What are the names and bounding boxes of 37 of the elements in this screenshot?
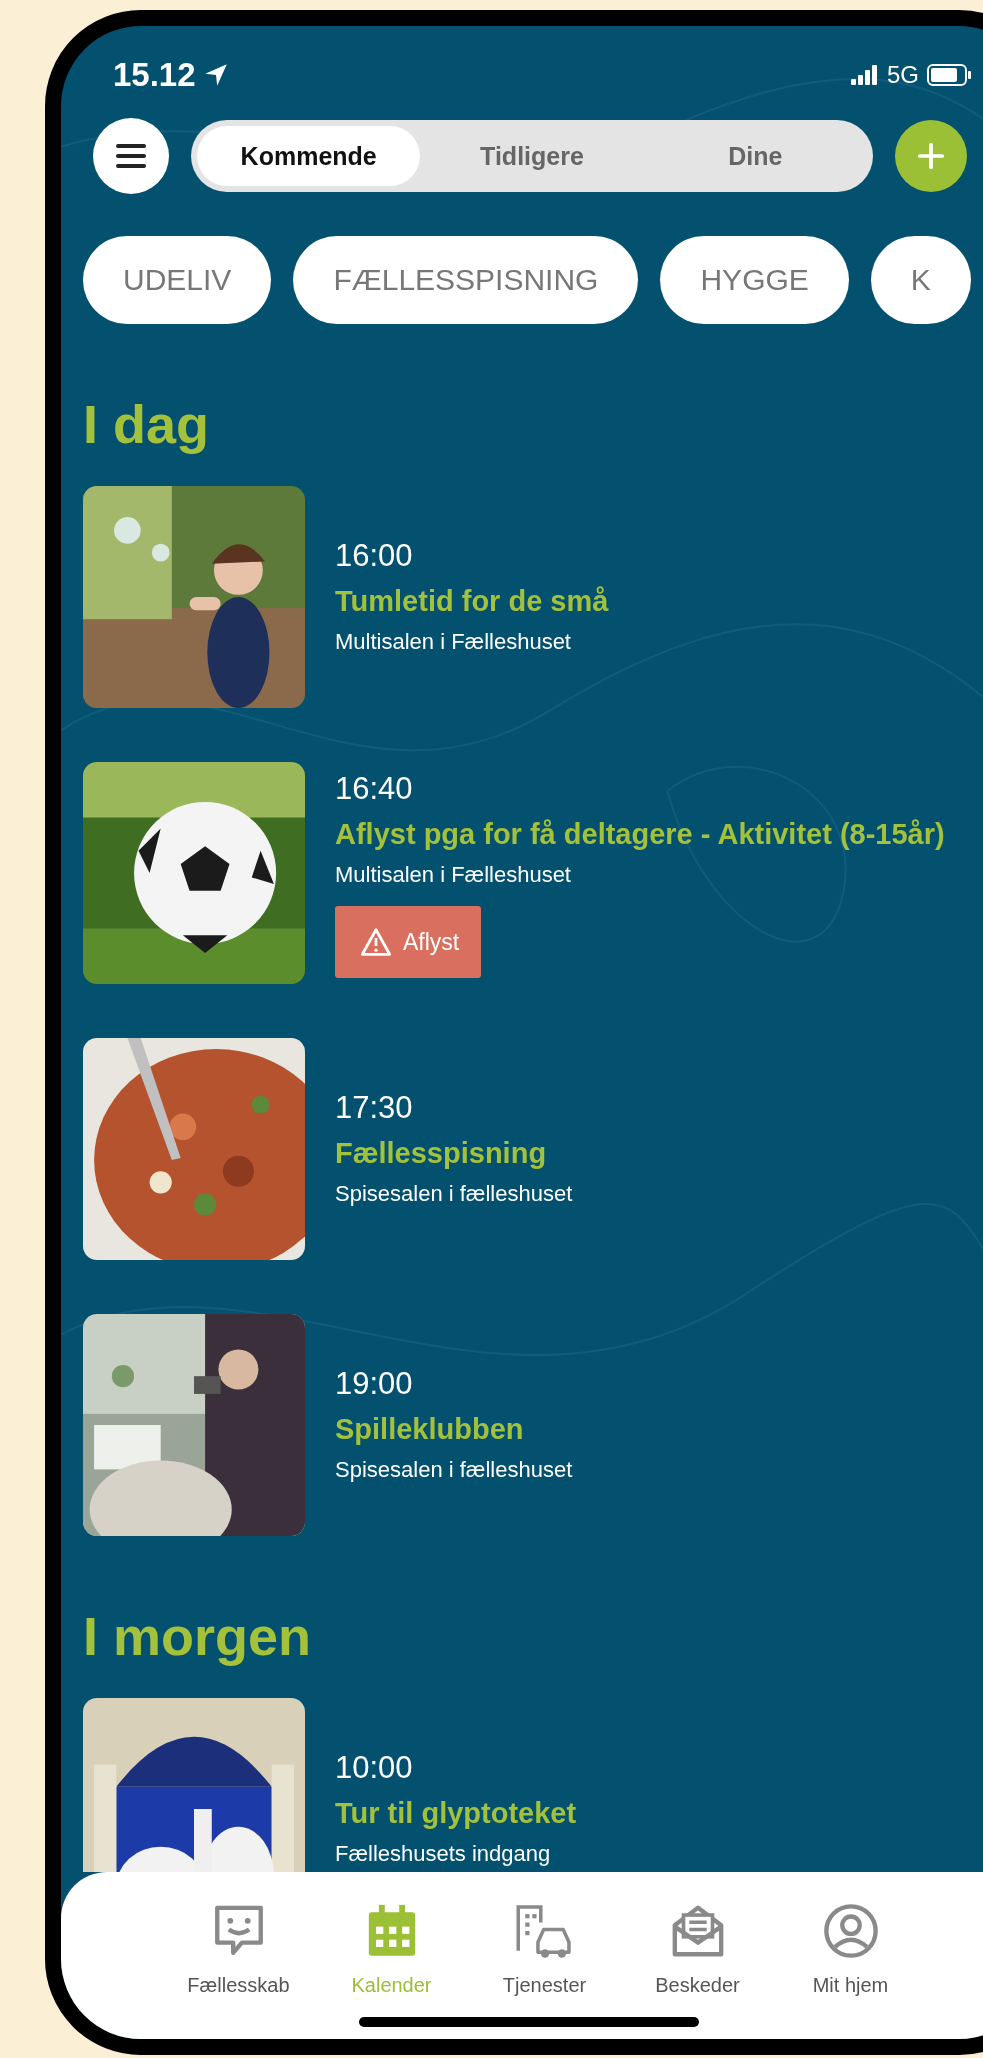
category-chip[interactable]: K (870, 236, 971, 324)
tab-item[interactable]: Beskeder (621, 1902, 774, 2002)
location-arrow-icon (203, 63, 228, 87)
badge-label: Aflyst (403, 928, 460, 956)
section-heading: I dag (83, 393, 210, 456)
category-chip[interactable]: HYGGE (660, 236, 849, 324)
segment-tab[interactable]: Kommende (197, 126, 421, 186)
signal-icon (851, 65, 879, 85)
event-location: Spisesalen i fælleshuset (335, 1180, 573, 1208)
event-title[interactable]: Spilleklubben (335, 1409, 524, 1449)
battery-icon (927, 64, 971, 86)
event-time: 19:00 (335, 1365, 413, 1403)
event-title[interactable]: Tur til glyptoteket (335, 1793, 577, 1833)
event-time: 17:30 (335, 1089, 413, 1127)
event-time: 10:00 (335, 1749, 413, 1787)
plus-icon (917, 142, 945, 170)
event-time: 16:00 (335, 537, 413, 575)
tab-item[interactable]: Tjenester (468, 1902, 621, 2002)
section-heading: I morgen (83, 1605, 313, 1668)
event-title[interactable]: Fællesspisning (335, 1133, 547, 1173)
event-location: Multisalen i Fælleshuset (335, 861, 571, 889)
event-location: Multisalen i Fælleshuset (335, 628, 571, 656)
menu-icon (116, 144, 146, 168)
tab-item[interactable]: Fællesskab (162, 1902, 315, 2002)
event-time: 16:40 (335, 770, 413, 808)
category-chip[interactable]: FÆLLESSPISNING (293, 236, 639, 324)
event-title[interactable]: Tumletid for de små (335, 581, 609, 621)
network-label: 5G (887, 61, 919, 89)
event-location: Fælleshusets indgang (335, 1840, 551, 1868)
category-chip[interactable]: UDELIV (83, 236, 272, 324)
segment-tab[interactable]: Dine (643, 126, 867, 186)
segment-tab[interactable]: Tidligere (420, 126, 644, 186)
event-location: Spisesalen i fælleshuset (335, 1456, 573, 1484)
tab-item[interactable]: Mit hjem (774, 1902, 927, 2002)
event-title[interactable]: Aflyst pga for få deltagere - Aktivitet (8-15år) (335, 814, 945, 854)
status-time: 15.12 (113, 56, 196, 94)
warning-icon (359, 927, 393, 957)
